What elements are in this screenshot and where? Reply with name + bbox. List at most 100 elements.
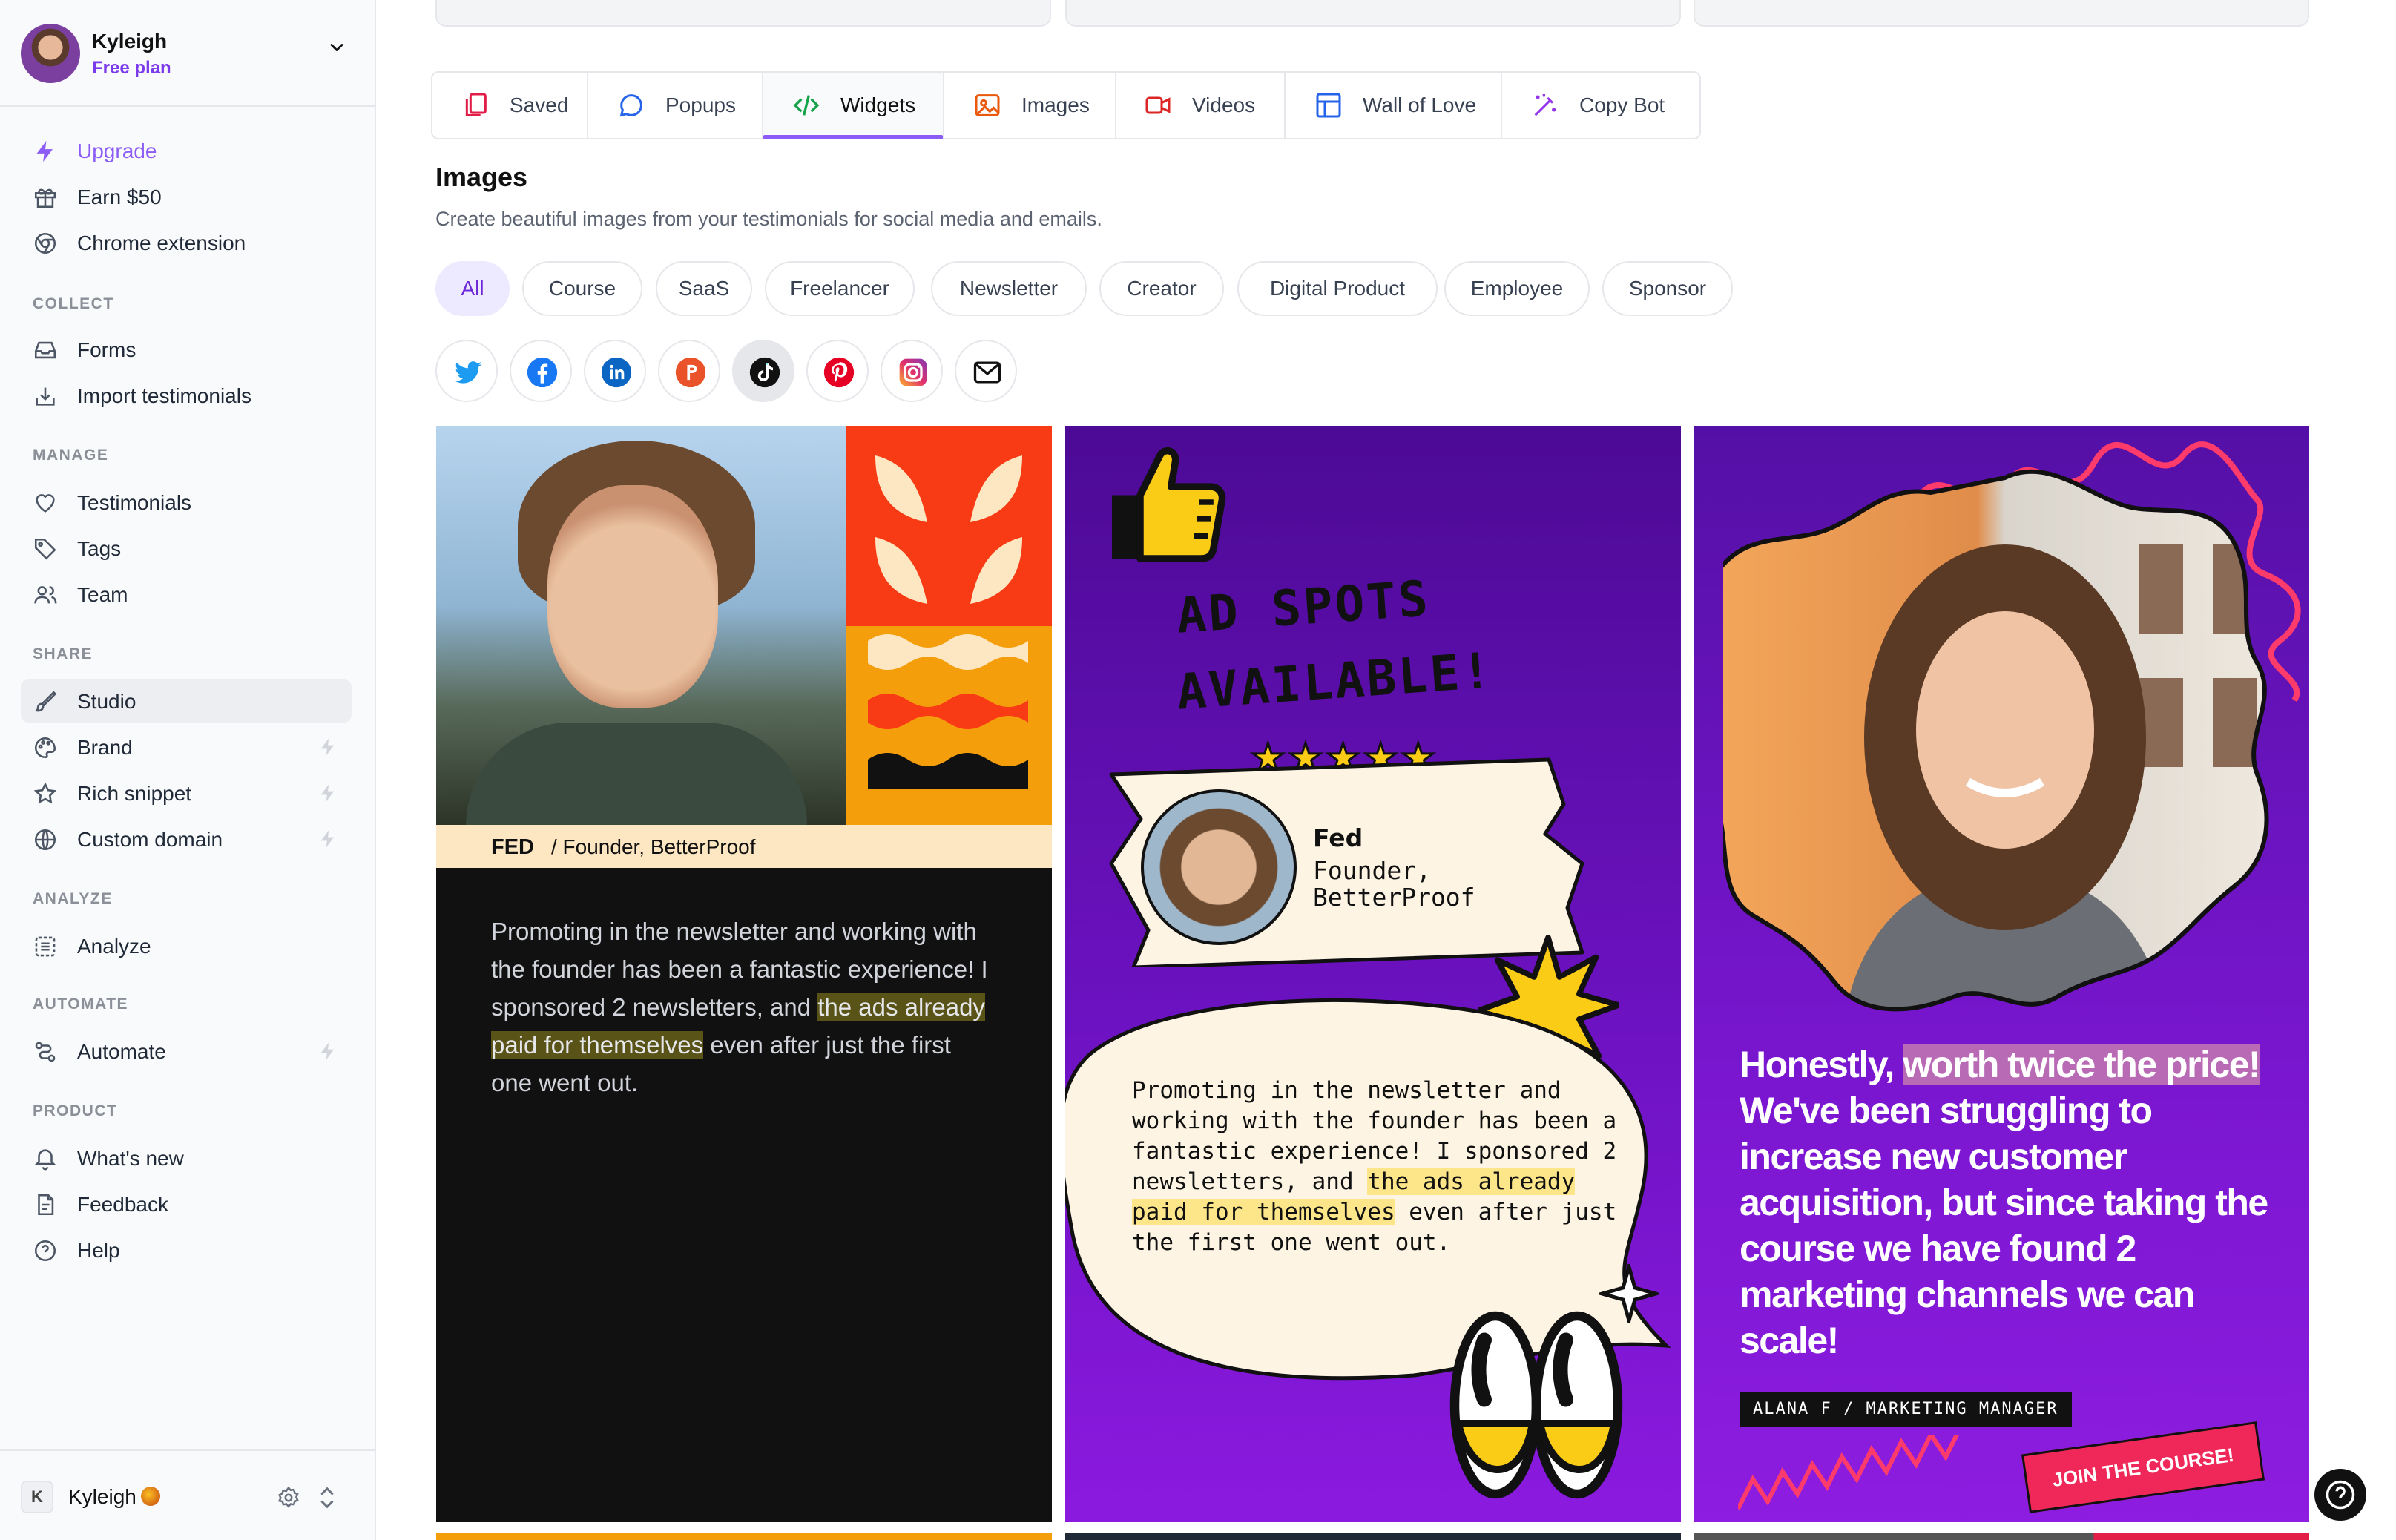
filter-digital-product[interactable]: Digital Product bbox=[1237, 261, 1438, 316]
sidebar-item-forms[interactable]: Forms bbox=[21, 328, 352, 371]
tiktok-button[interactable] bbox=[732, 340, 794, 402]
sidebar-item-team[interactable]: Team bbox=[21, 573, 352, 616]
sidebar-item-testimonials[interactable]: Testimonials bbox=[21, 481, 352, 524]
tab-copy-bot[interactable]: Copy Bot bbox=[1502, 73, 1699, 138]
sidebar-item-label: Feedback bbox=[77, 1193, 168, 1216]
tab-popups[interactable]: Popups bbox=[588, 73, 763, 138]
sidebar-item-label: Upgrade bbox=[77, 139, 157, 162]
sidebar-item-earn[interactable]: Earn $50 bbox=[21, 175, 352, 218]
template-card-partial[interactable] bbox=[1065, 0, 1681, 27]
sidebar-divider bbox=[0, 1449, 375, 1451]
filter-newsletter[interactable]: Newsletter bbox=[931, 261, 1087, 316]
sidebar-item-label: Help bbox=[77, 1239, 120, 1262]
author-name: FED bbox=[491, 835, 534, 859]
bolt-icon bbox=[320, 830, 335, 848]
join-course-button[interactable]: JOIN THE COURSE! bbox=[2021, 1421, 2265, 1513]
sidebar-divider bbox=[0, 105, 375, 107]
sidebar-item-automate[interactable]: Automate bbox=[21, 1030, 352, 1073]
author-tag: ALANA F / MARKETING MANAGER bbox=[1740, 1392, 2072, 1427]
filter-sponsor[interactable]: Sponsor bbox=[1602, 261, 1733, 316]
testimonial-image-card-1[interactable]: FED / Founder, BetterProof Promoting in … bbox=[436, 426, 1052, 1522]
sidebar-item-import-testimonials[interactable]: Import testimonials bbox=[21, 374, 352, 417]
testimonial-image-card-3[interactable]: Honestly, worth twice the price! We've b… bbox=[1694, 426, 2309, 1522]
sidebar-item-feedback[interactable]: Feedback bbox=[21, 1182, 352, 1225]
sidebar-item-help[interactable]: Help bbox=[21, 1228, 352, 1271]
section-title-manage: MANAGE bbox=[33, 447, 109, 464]
copy-icon bbox=[465, 93, 487, 116]
filter-employee[interactable]: Employee bbox=[1444, 261, 1590, 316]
testimonial-image-card-2[interactable]: AD SPOTS AVAILABLE! ★★★★★ Fed Founder, B… bbox=[1065, 426, 1681, 1522]
chevron-down-icon[interactable] bbox=[326, 37, 347, 58]
gift-icon bbox=[34, 188, 56, 208]
help-button[interactable] bbox=[2314, 1469, 2366, 1521]
producthunt-icon bbox=[675, 357, 706, 388]
pinterest-button[interactable] bbox=[806, 340, 869, 402]
workspace-switcher[interactable]: K Kyleigh bbox=[21, 1476, 355, 1518]
sidebar-item-label: What's new bbox=[77, 1147, 184, 1170]
filter-course[interactable]: Course bbox=[522, 261, 642, 316]
sidebar-item-brand[interactable]: Brand bbox=[21, 725, 352, 769]
sidebar-item-whats-new[interactable]: What's new bbox=[21, 1136, 352, 1179]
sidebar-item-tags[interactable]: Tags bbox=[21, 527, 352, 570]
tab-label: Widgets bbox=[840, 93, 916, 116]
plan-label: Free plan bbox=[92, 58, 171, 78]
help-icon bbox=[34, 1240, 56, 1262]
avatar bbox=[21, 24, 80, 83]
account-switcher[interactable]: Kyleigh Free plan bbox=[21, 22, 355, 85]
filter-saas[interactable]: SaaS bbox=[656, 261, 752, 316]
tab-widgets[interactable]: Widgets bbox=[763, 73, 944, 139]
next-row-card-partial[interactable] bbox=[436, 1533, 1052, 1540]
sidebar-item-custom-domain[interactable]: Custom domain bbox=[21, 817, 352, 861]
sidebar-item-label: Analyze bbox=[77, 935, 151, 958]
ad-heading-line1: AD SPOTS bbox=[1174, 570, 1432, 645]
facebook-button[interactable] bbox=[510, 340, 572, 402]
page-subtitle: Create beautiful images from your testim… bbox=[435, 208, 1102, 230]
tab-label: Videos bbox=[1192, 93, 1256, 116]
star-icon bbox=[33, 782, 57, 804]
sidebar-item-rich-snippet[interactable]: Rich snippet bbox=[21, 771, 352, 815]
template-card-partial[interactable] bbox=[1694, 0, 2309, 27]
template-card-partial[interactable] bbox=[435, 0, 1051, 27]
sidebar-item-studio[interactable]: Studio bbox=[21, 679, 352, 723]
sidebar-item-label: Testimonials bbox=[77, 491, 192, 514]
author-role: / Founder, BetterProof bbox=[551, 835, 756, 858]
producthunt-button[interactable] bbox=[658, 340, 720, 402]
filter-all[interactable]: All bbox=[435, 261, 510, 316]
brush-icon bbox=[35, 691, 57, 712]
filter-creator[interactable]: Creator bbox=[1099, 261, 1224, 316]
filter-freelancer[interactable]: Freelancer bbox=[765, 261, 915, 316]
testimonial-quote: Honestly, worth twice the price! We've b… bbox=[1740, 1042, 2274, 1363]
testimonial-quote: Promoting in the newsletter and working … bbox=[491, 912, 995, 1102]
decorative-zigzag bbox=[1738, 1435, 1960, 1510]
gear-icon[interactable] bbox=[276, 1485, 301, 1510]
account-name: Kyleigh bbox=[92, 30, 168, 53]
tab-wall-of-love[interactable]: Wall of Love bbox=[1286, 73, 1502, 138]
tab-label: Wall of Love bbox=[1363, 93, 1477, 116]
chevron-updown-icon[interactable] bbox=[315, 1484, 340, 1512]
sidebar-item-label: Studio bbox=[77, 690, 136, 713]
next-row-card-partial[interactable] bbox=[1065, 1533, 1681, 1540]
sidebar-item-upgrade[interactable]: Upgrade bbox=[21, 129, 352, 172]
sidebar-item-label: Forms bbox=[77, 338, 136, 361]
tab-videos[interactable]: Videos bbox=[1116, 73, 1286, 138]
sidebar: Kyleigh Free plan Upgrade Earn $50 Chrom… bbox=[0, 0, 376, 1540]
tab-images[interactable]: Images bbox=[944, 73, 1116, 138]
linkedin-button[interactable] bbox=[584, 340, 646, 402]
photo-shirt bbox=[466, 723, 807, 841]
sidebar-item-chrome-extension[interactable]: Chrome extension bbox=[21, 221, 352, 264]
list-icon bbox=[35, 936, 56, 957]
linkedin-icon bbox=[601, 357, 632, 388]
tab-label: Images bbox=[1021, 93, 1090, 116]
section-title-automate: AUTOMATE bbox=[33, 996, 129, 1013]
portrait-scalloped-frame bbox=[1723, 469, 2269, 1012]
instagram-icon bbox=[899, 358, 927, 386]
twitter-button[interactable] bbox=[435, 340, 498, 402]
email-button[interactable] bbox=[955, 340, 1017, 402]
tab-saved[interactable]: Saved bbox=[432, 73, 588, 138]
instagram-button[interactable] bbox=[881, 340, 943, 402]
question-icon bbox=[2326, 1480, 2355, 1510]
sidebar-item-analyze[interactable]: Analyze bbox=[21, 924, 352, 967]
facebook-icon bbox=[527, 357, 558, 388]
page-title: Images bbox=[435, 162, 528, 192]
next-row-card-partial[interactable] bbox=[1694, 1533, 2309, 1540]
